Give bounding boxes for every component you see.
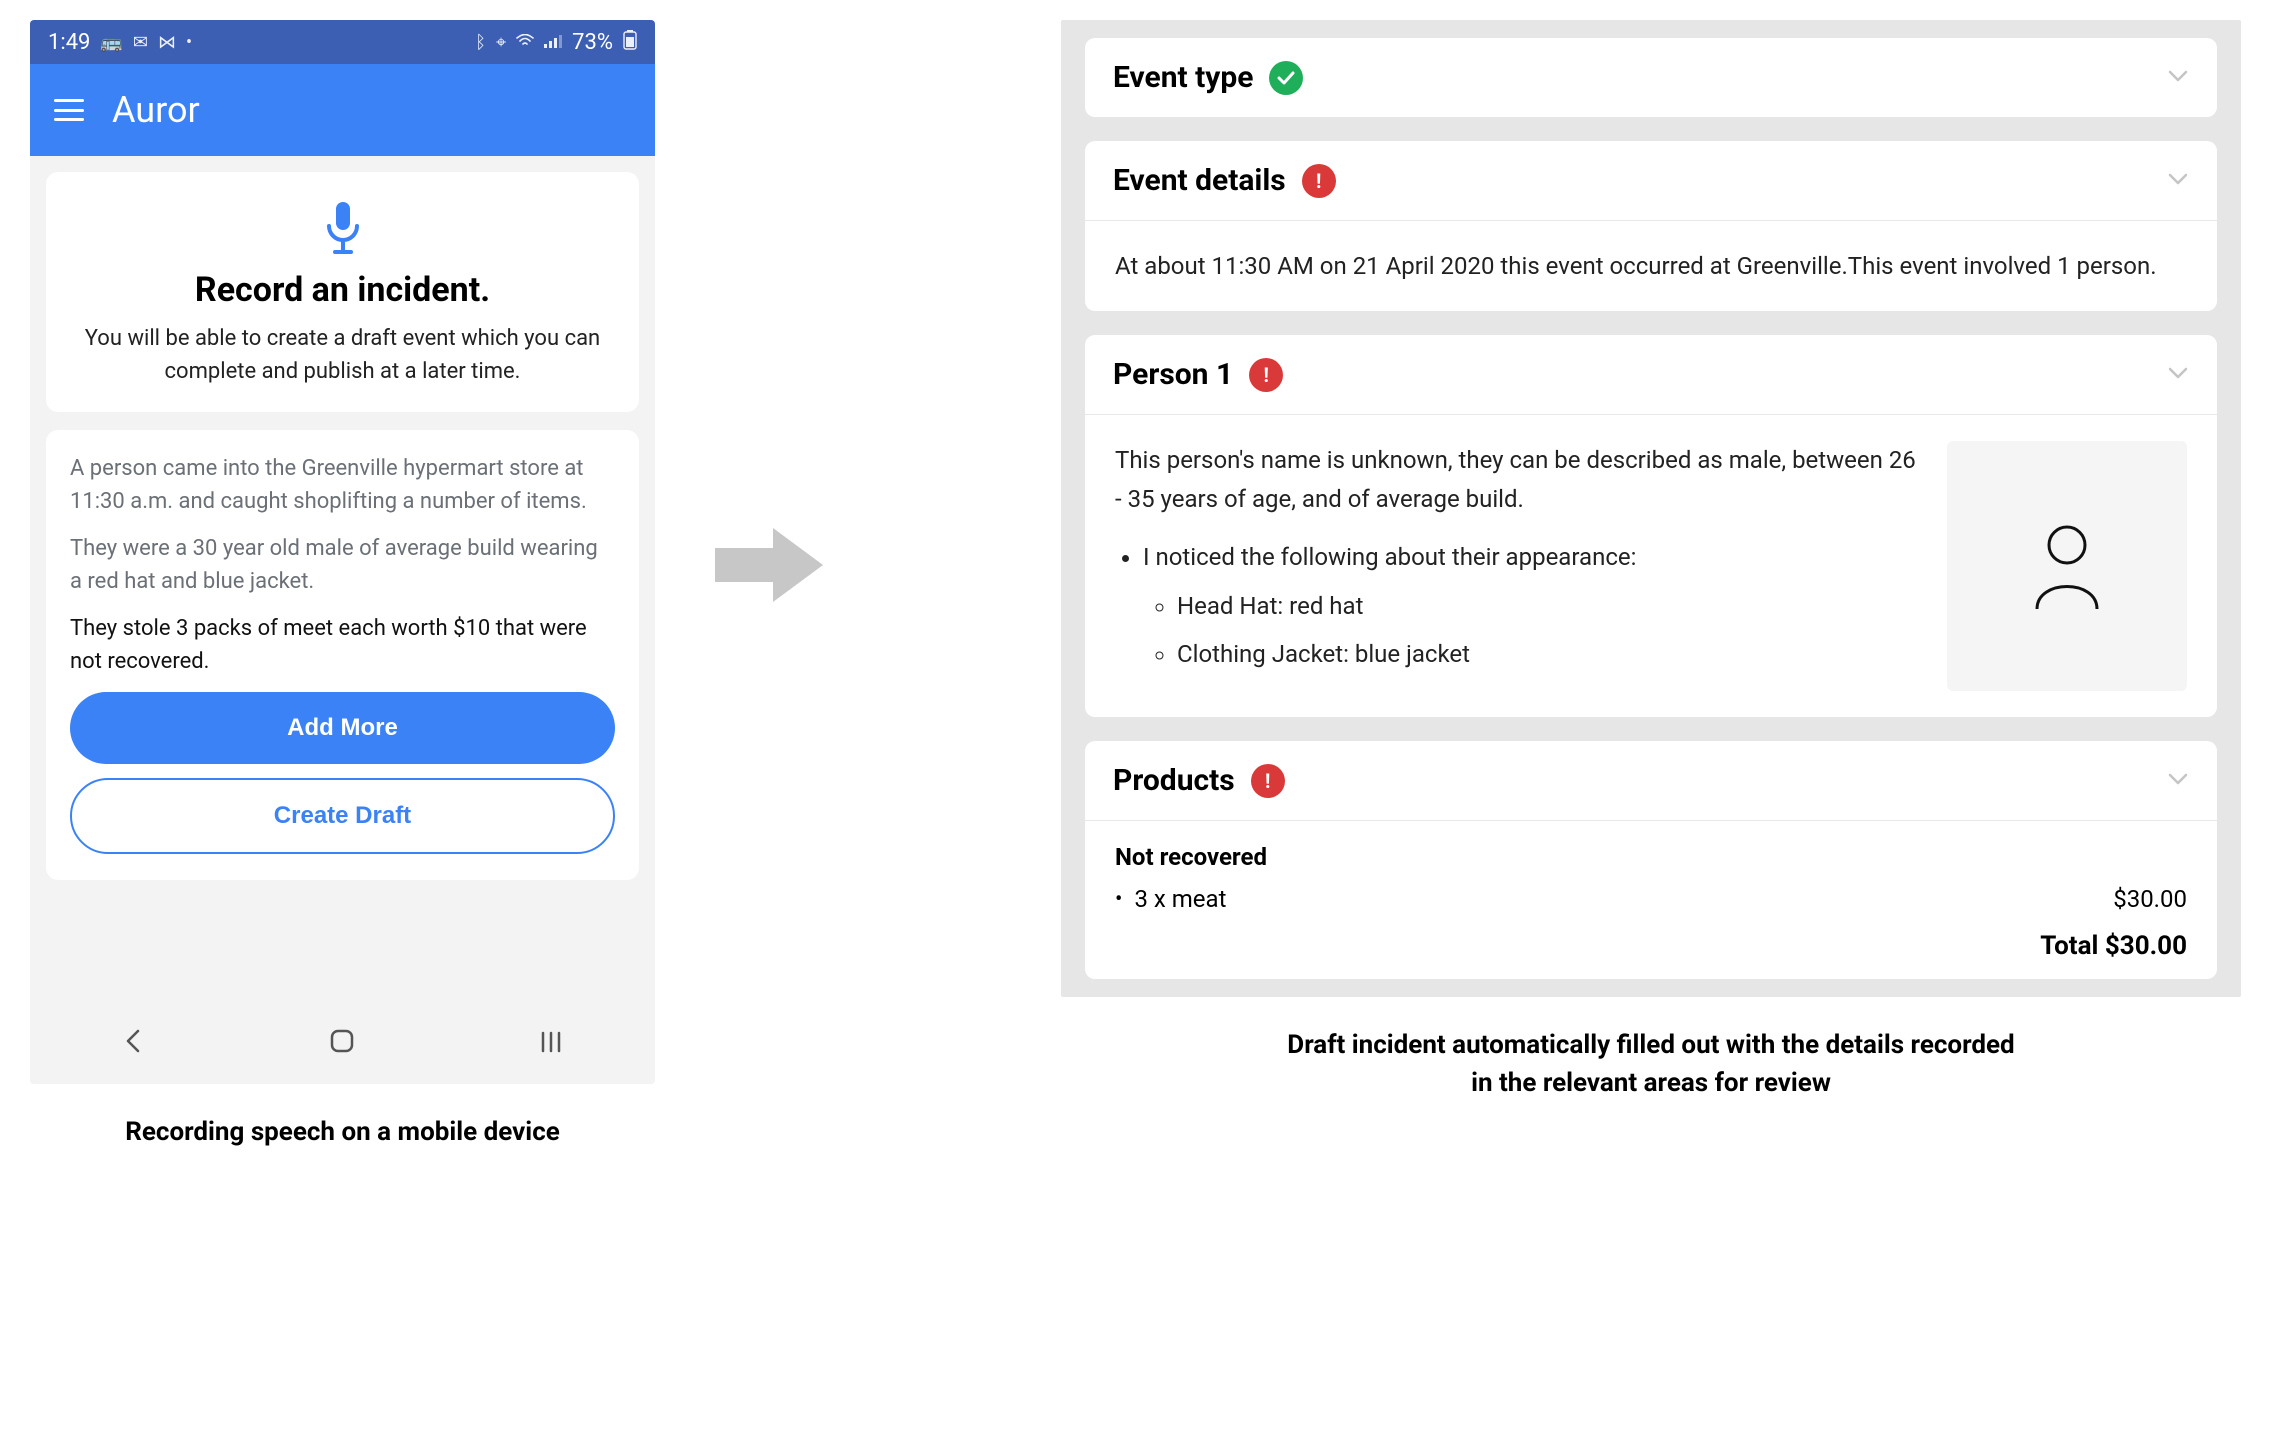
section-products: Products ! Not recovered 3 x meat $30.00… xyxy=(1085,741,2217,979)
section-header-event-type[interactable]: Event type xyxy=(1085,38,2217,117)
android-navbar xyxy=(30,1004,655,1084)
person-description: This person's name is unknown, they can … xyxy=(1115,441,1919,683)
bowtie-icon: ⋈ xyxy=(158,32,176,53)
right-caption: Draft incident automatically filled out … xyxy=(1061,1027,2241,1102)
section-title: Event type xyxy=(1113,60,1253,95)
left-caption: Recording speech on a mobile device xyxy=(125,1114,560,1152)
section-title: Person 1 xyxy=(1113,357,1233,392)
appearance-item: Clothing Jacket: blue jacket xyxy=(1177,635,1919,673)
chevron-down-icon xyxy=(2167,365,2189,384)
section-title: Event details xyxy=(1113,163,1286,198)
product-line: 3 x meat $30.00 xyxy=(1115,885,2187,913)
phone-frame: 1:49 🚌 ✉ ⋈ • ᛒ ⌖ 73% xyxy=(30,20,655,1084)
transcript-line: A person came into the Greenville hyperm… xyxy=(70,452,615,518)
location-icon: ⌖ xyxy=(496,32,506,53)
section-title: Products xyxy=(1113,763,1235,798)
record-subtitle: You will be able to create a draft event… xyxy=(70,322,615,388)
event-details-body: At about 11:30 AM on 21 April 2020 this … xyxy=(1085,221,2217,311)
arrow-right-icon xyxy=(715,520,825,614)
person-avatar-placeholder xyxy=(1947,441,2187,691)
bus-icon: 🚌 xyxy=(100,32,122,53)
chevron-down-icon xyxy=(2167,171,2189,190)
phone-statusbar: 1:49 🚌 ✉ ⋈ • ᛒ ⌖ 73% xyxy=(30,20,655,64)
alert-icon: ! xyxy=(1251,764,1285,798)
section-event-details: Event details ! At about 11:30 AM on 21 … xyxy=(1085,141,2217,311)
section-event-type: Event type xyxy=(1085,38,2217,117)
alert-icon: ! xyxy=(1302,164,1336,198)
wifi-icon xyxy=(516,32,534,53)
bluetooth-icon: ᛒ xyxy=(475,32,486,53)
alert-icon: ! xyxy=(1249,358,1283,392)
section-header-products[interactable]: Products ! xyxy=(1085,741,2217,820)
home-icon[interactable] xyxy=(328,1027,356,1062)
section-person-1: Person 1 ! This person's name is unknown… xyxy=(1085,335,2217,717)
record-card: Record an incident. You will be able to … xyxy=(46,172,639,412)
chevron-down-icon xyxy=(2167,68,2189,87)
right-caption-line1: Draft incident automatically filled out … xyxy=(1287,1030,2014,1060)
statusbar-time: 1:49 xyxy=(48,30,90,55)
add-more-button[interactable]: Add More xyxy=(70,692,615,764)
transcript-card: A person came into the Greenville hyperm… xyxy=(46,430,639,880)
products-subheading: Not recovered xyxy=(1115,843,2187,871)
app-bar: Auror xyxy=(30,64,655,156)
person-intro: This person's name is unknown, they can … xyxy=(1115,441,1919,518)
signal-icon xyxy=(544,32,562,53)
mail-icon: ✉ xyxy=(133,32,148,53)
transcript-line: They stole 3 packs of meet each worth $1… xyxy=(70,612,615,678)
products-total: Total $30.00 xyxy=(1115,931,2187,961)
chevron-down-icon xyxy=(2167,771,2189,790)
product-price: $30.00 xyxy=(2113,885,2187,913)
record-title: Record an incident. xyxy=(70,270,615,310)
product-label: 3 x meat xyxy=(1134,885,1226,913)
appearance-item: Head Hat: red hat xyxy=(1177,587,1919,625)
app-title: Auror xyxy=(112,89,200,131)
section-header-person-1[interactable]: Person 1 ! xyxy=(1085,335,2217,414)
microphone-icon[interactable] xyxy=(70,200,615,260)
appearance-label: I noticed the following about their appe… xyxy=(1143,543,1636,571)
create-draft-button[interactable]: Create Draft xyxy=(70,778,615,854)
statusbar-battery-pct: 73% xyxy=(572,30,613,55)
hamburger-icon[interactable] xyxy=(54,99,84,121)
back-icon[interactable] xyxy=(121,1028,147,1061)
review-panel: Event type Event details ! xyxy=(1061,20,2241,997)
battery-icon xyxy=(623,30,637,55)
section-header-event-details[interactable]: Event details ! xyxy=(1085,141,2217,220)
transcript-line: They were a 30 year old male of average … xyxy=(70,532,615,598)
recent-apps-icon[interactable] xyxy=(537,1028,565,1061)
dot-icon: • xyxy=(186,32,192,53)
right-caption-line2: in the relevant areas for review xyxy=(1471,1068,1831,1098)
check-icon xyxy=(1269,61,1303,95)
